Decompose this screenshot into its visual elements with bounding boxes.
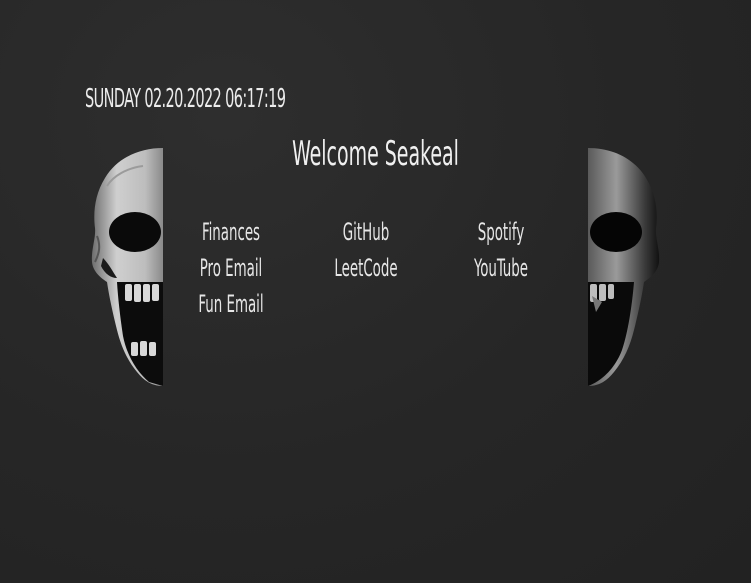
link-fun-email[interactable]: Fun Email (189, 286, 273, 322)
links-grid: Finances Pro Email Fun Email GitHub Leet… (163, 214, 587, 334)
skull-left-half-icon (91, 148, 163, 386)
link-youtube[interactable]: YouTube (459, 250, 543, 286)
links-column-3: Spotify YouTube (433, 214, 569, 286)
link-pro-email[interactable]: Pro Email (189, 250, 273, 286)
skull-right-half-icon (588, 148, 660, 386)
datetime-display: SUNDAY 02.20.2022 06:17:19 (85, 84, 286, 114)
link-github[interactable]: GitHub (324, 214, 408, 250)
link-finances[interactable]: Finances (189, 214, 273, 250)
link-leetcode[interactable]: LeetCode (324, 250, 408, 286)
links-column-1: Finances Pro Email Fun Email (163, 214, 299, 322)
links-column-2: GitHub LeetCode (298, 214, 434, 286)
welcome-title: Welcome Seakeal (292, 134, 459, 174)
link-spotify[interactable]: Spotify (459, 214, 543, 250)
